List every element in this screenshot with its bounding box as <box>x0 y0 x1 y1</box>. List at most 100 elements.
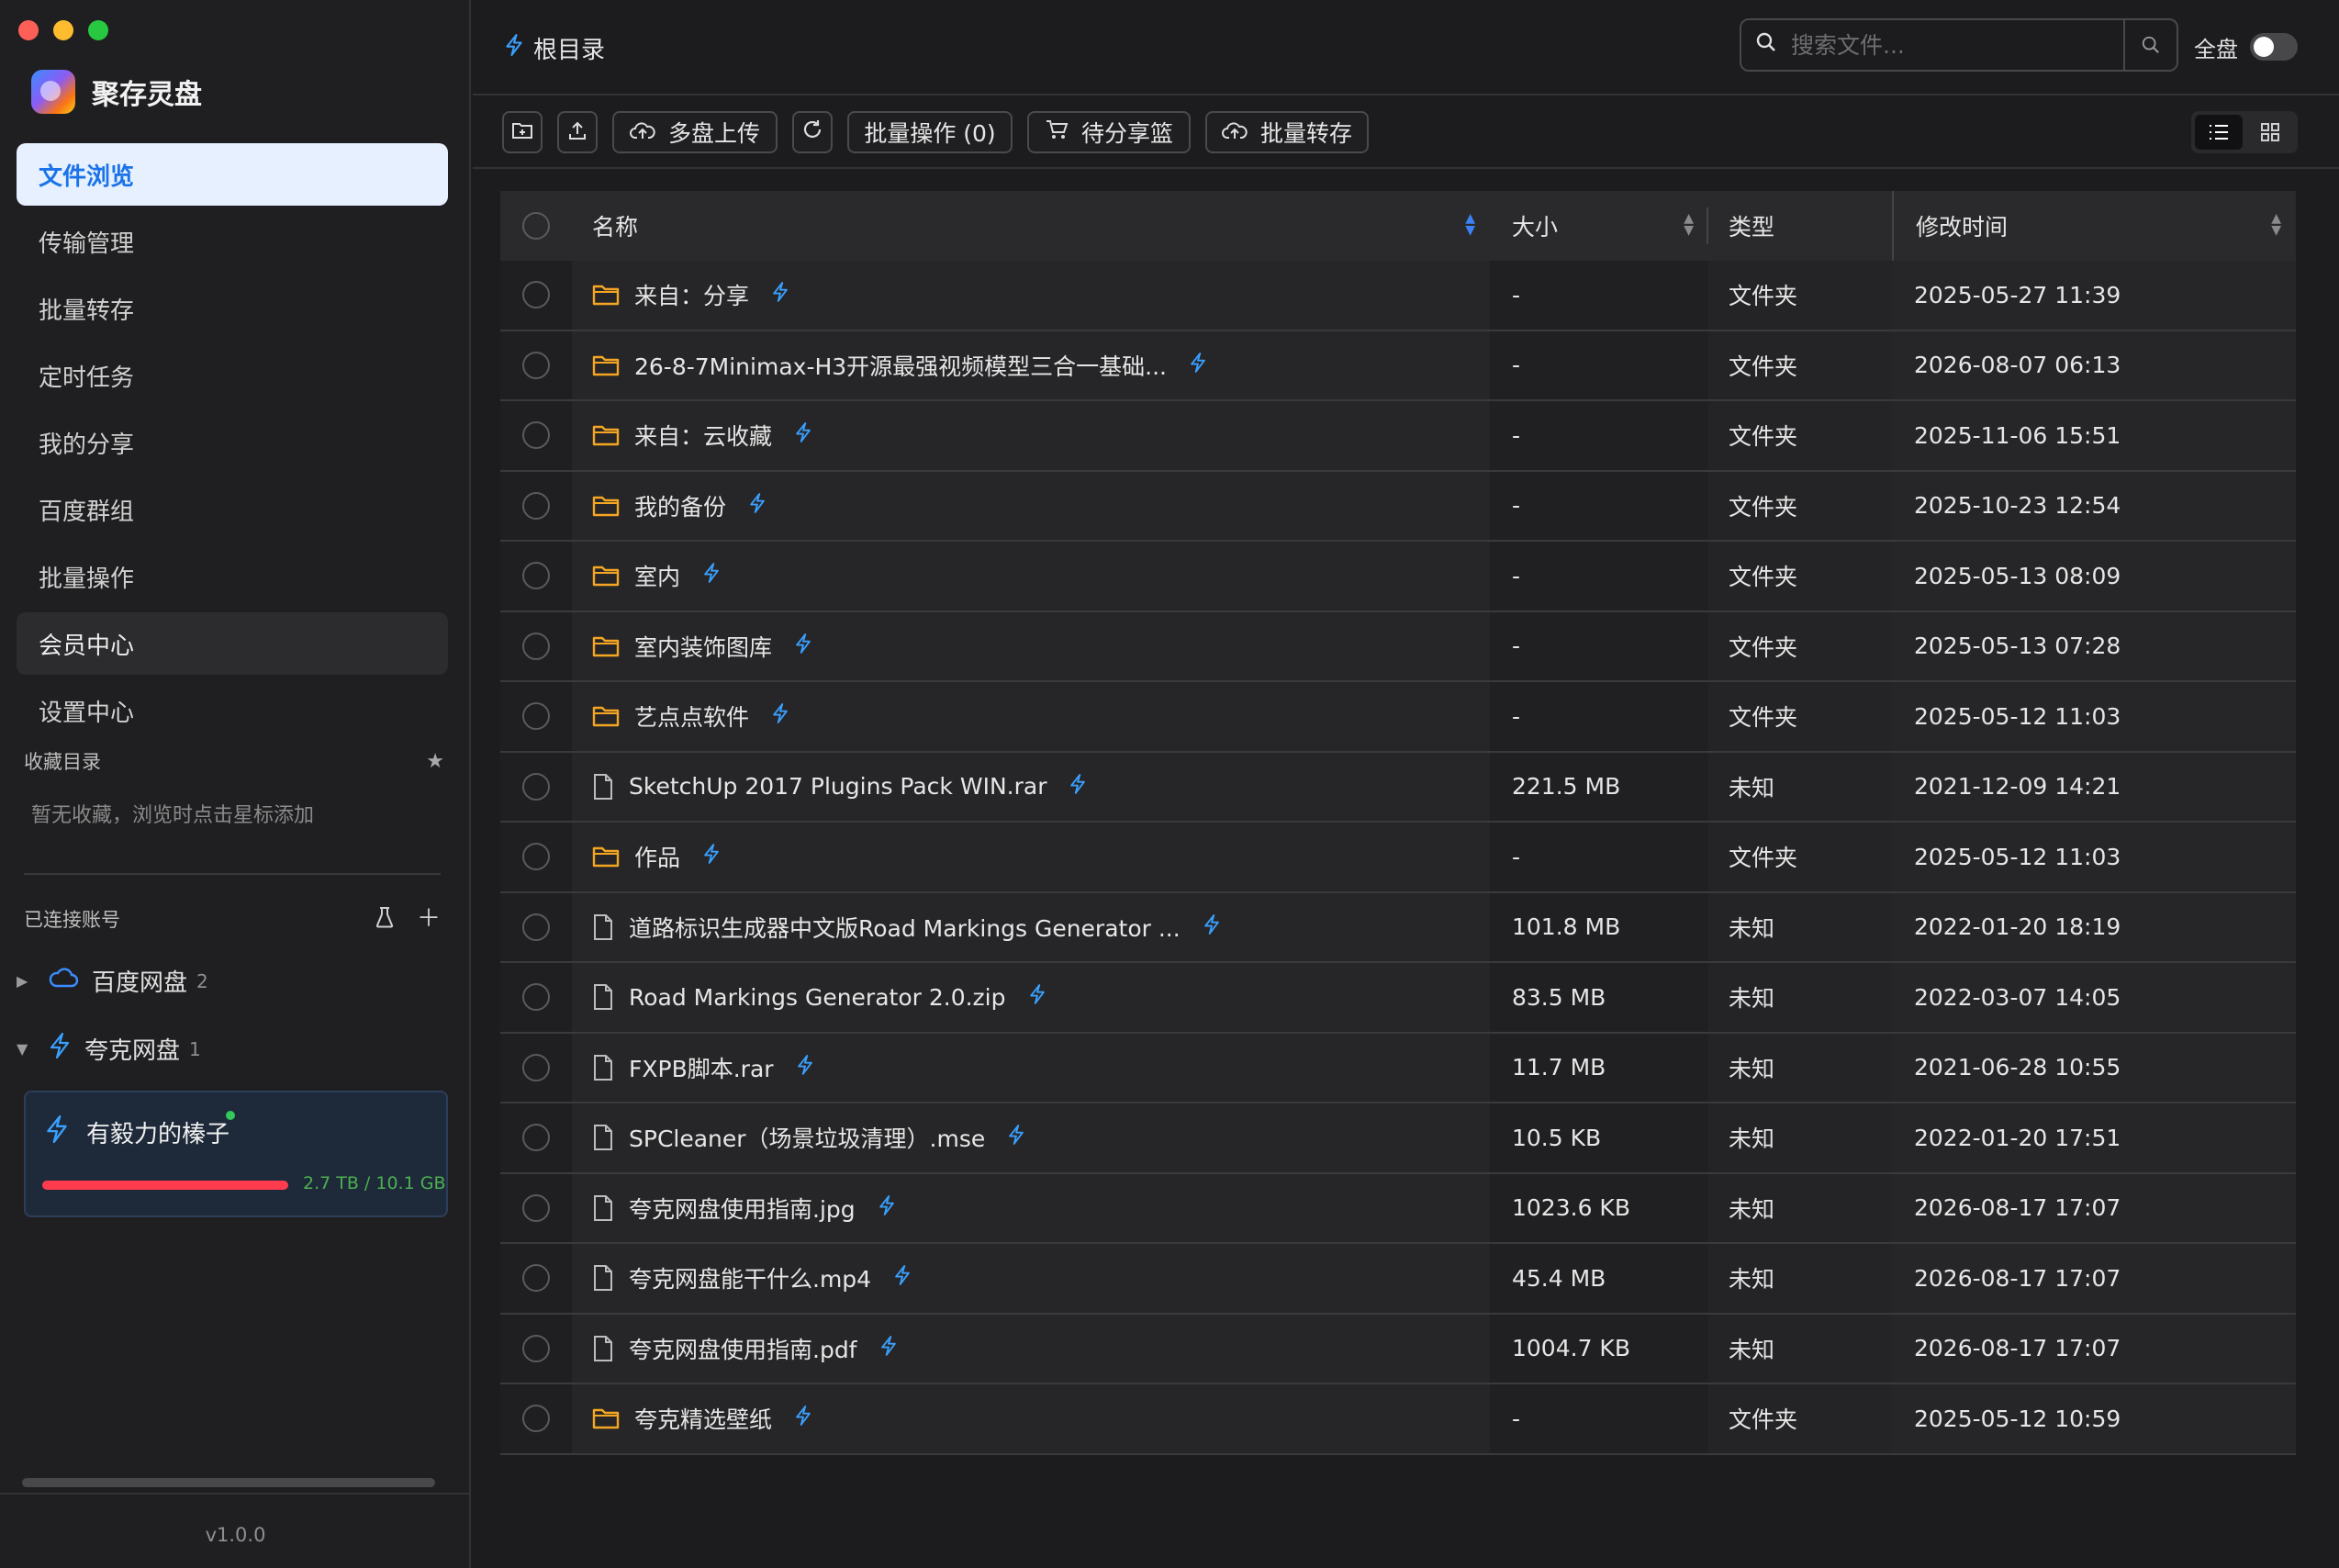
add-account-icon[interactable]: ＋ <box>417 907 441 931</box>
sort-icon[interactable]: ▲ ▼ <box>1684 212 1694 237</box>
row-checkbox[interactable] <box>522 702 550 731</box>
sidebar-item[interactable]: 百度群组 <box>17 478 448 541</box>
file-name[interactable]: 来自：云收藏 <box>634 419 772 452</box>
new-folder-button[interactable] <box>502 111 543 153</box>
file-name[interactable]: 室内装饰图库 <box>634 630 772 663</box>
breadcrumb-root[interactable]: 根目录 <box>533 31 605 65</box>
name-cell[interactable]: 室内 <box>572 542 1490 610</box>
grid-view-icon[interactable] <box>2246 115 2294 150</box>
name-cell[interactable]: FXPB脚本.rar <box>572 1033 1490 1102</box>
table-row[interactable]: 作品 - 文件夹 2025-05-12 11:03 <box>500 823 2296 893</box>
table-row[interactable]: 艺点点软件 - 文件夹 2025-05-12 11:03 <box>500 682 2296 753</box>
file-name[interactable]: 26-8-7Minimax-H3开源最强视频模型三合一基础... <box>634 349 1167 382</box>
row-checkbox[interactable] <box>522 1334 550 1362</box>
chevron-right-icon[interactable]: ▶ <box>17 972 35 990</box>
breadcrumb[interactable]: 根目录 <box>504 31 605 65</box>
upload-button[interactable] <box>557 111 598 153</box>
sort-icon[interactable]: ▲ ▼ <box>1465 212 1475 237</box>
sidebar-item[interactable]: 定时任务 <box>17 344 448 407</box>
table-row[interactable]: 室内 - 文件夹 2025-05-13 08:09 <box>500 542 2296 612</box>
name-cell[interactable]: 夸克网盘使用指南.pdf <box>572 1314 1490 1383</box>
file-name[interactable]: 作品 <box>634 840 680 873</box>
header-type[interactable]: 类型 <box>1708 191 1892 261</box>
sidebar-item[interactable]: 会员中心 <box>17 612 448 675</box>
account-group-baidu[interactable]: ▶ 百度网盘 2 <box>17 964 208 998</box>
sidebar-item[interactable]: 我的分享 <box>17 411 448 474</box>
column-separator[interactable] <box>1707 207 1708 244</box>
header-modified[interactable]: 修改时间 ▲ ▼ <box>1892 191 2296 261</box>
search-button[interactable] <box>2123 20 2177 70</box>
header-name[interactable]: 名称 ▲ ▼ <box>572 191 1490 261</box>
table-row[interactable]: Road Markings Generator 2.0.zip 83.5 MB 未知… <box>500 963 2296 1034</box>
table-row[interactable]: 夸克网盘使用指南.jpg 1023.6 KB 未知 2026-08-17 17:07 <box>500 1173 2296 1244</box>
row-checkbox[interactable] <box>522 1053 550 1081</box>
name-cell[interactable]: 夸克网盘使用指南.jpg <box>572 1173 1490 1242</box>
name-cell[interactable]: 艺点点软件 <box>572 682 1490 751</box>
name-cell[interactable]: 室内装饰图库 <box>572 611 1490 680</box>
file-name[interactable]: 夸克网盘能干什么.mp4 <box>629 1261 871 1294</box>
row-checkbox[interactable] <box>522 1264 550 1293</box>
table-row[interactable]: 夸克网盘能干什么.mp4 45.4 MB 未知 2026-08-17 17:07 <box>500 1244 2296 1315</box>
table-row[interactable]: 来自：云收藏 - 文件夹 2025-11-06 15:51 <box>500 401 2296 472</box>
file-name[interactable]: SketchUp 2017 Plugins Pack WIN.rar <box>629 773 1046 800</box>
name-cell[interactable]: 我的备份 <box>572 471 1490 540</box>
name-cell[interactable]: 26-8-7Minimax-H3开源最强视频模型三合一基础... <box>572 330 1490 399</box>
file-name[interactable]: 室内 <box>634 559 680 592</box>
row-checkbox[interactable] <box>522 562 550 590</box>
name-cell[interactable]: SketchUp 2017 Plugins Pack WIN.rar <box>572 752 1490 821</box>
file-name[interactable]: 来自：分享 <box>634 278 749 311</box>
minimize-window-button[interactable] <box>53 20 73 40</box>
row-checkbox[interactable] <box>522 491 550 520</box>
sort-icon[interactable]: ▲ ▼ <box>2271 212 2281 237</box>
row-checkbox[interactable] <box>522 1193 550 1222</box>
table-row[interactable]: 道路标识生成器中文版Road Markings Generator ... 101… <box>500 892 2296 963</box>
table-row[interactable]: SketchUp 2017 Plugins Pack WIN.rar 221.5 … <box>500 752 2296 823</box>
chevron-down-icon[interactable]: ▼ <box>17 1040 35 1058</box>
row-checkbox[interactable] <box>522 983 550 1012</box>
file-name[interactable]: Road Markings Generator 2.0.zip <box>629 984 1006 1011</box>
name-cell[interactable]: Road Markings Generator 2.0.zip <box>572 963 1490 1032</box>
file-name[interactable]: 艺点点软件 <box>634 700 749 733</box>
file-name[interactable]: 我的备份 <box>634 489 726 522</box>
row-checkbox[interactable] <box>522 351 550 379</box>
file-name[interactable]: SPCleaner（场景垃圾清理）.mse <box>629 1121 985 1154</box>
table-row[interactable]: 室内装饰图库 - 文件夹 2025-05-13 07:28 <box>500 611 2296 682</box>
close-window-button[interactable] <box>18 20 39 40</box>
list-view-icon[interactable] <box>2195 115 2243 150</box>
header-size[interactable]: 大小 ▲ ▼ <box>1490 191 1708 261</box>
share-basket-button[interactable]: 待分享篮 <box>1027 111 1191 153</box>
star-icon[interactable]: ★ <box>426 750 444 773</box>
table-row[interactable]: 夸克精选壁纸 - 文件夹 2025-05-12 10:59 <box>500 1384 2296 1455</box>
row-checkbox[interactable] <box>522 1405 550 1433</box>
file-name[interactable]: 夸克网盘使用指南.pdf <box>629 1332 857 1365</box>
sidebar-item[interactable]: 批量操作 <box>17 545 448 608</box>
name-cell[interactable]: 道路标识生成器中文版Road Markings Generator ... <box>572 892 1490 961</box>
name-cell[interactable]: 来自：云收藏 <box>572 401 1490 470</box>
account-card-active[interactable]: 有毅力的榛子 2.7 TB / 10.1 GB <box>24 1091 448 1217</box>
file-name[interactable]: 道路标识生成器中文版Road Markings Generator ... <box>629 911 1181 944</box>
multi-upload-button[interactable]: 多盘上传 <box>612 111 778 153</box>
name-cell[interactable]: 作品 <box>572 823 1490 891</box>
row-checkbox[interactable] <box>522 1124 550 1152</box>
row-checkbox[interactable] <box>522 843 550 871</box>
table-row[interactable]: 26-8-7Minimax-H3开源最强视频模型三合一基础... - 文件夹 2026… <box>500 330 2296 401</box>
table-row[interactable]: FXPB脚本.rar 11.7 MB 未知 2021-06-28 10:55 <box>500 1033 2296 1103</box>
sidebar-item[interactable]: 文件浏览 <box>17 143 448 206</box>
flask-icon[interactable] <box>375 906 395 933</box>
sidebar-item[interactable]: 批量转存 <box>17 277 448 340</box>
sidebar-scrollbar[interactable] <box>22 1478 435 1487</box>
batch-ops-button[interactable]: 批量操作 (0) <box>847 111 1013 153</box>
fulldisk-toggle[interactable] <box>2250 33 2298 61</box>
file-name[interactable]: FXPB脚本.rar <box>629 1051 774 1084</box>
table-row[interactable]: 我的备份 - 文件夹 2025-10-23 12:54 <box>500 471 2296 542</box>
maximize-window-button[interactable] <box>88 20 108 40</box>
row-checkbox[interactable] <box>522 772 550 801</box>
table-row[interactable]: 来自：分享 - 文件夹 2025-05-27 11:39 <box>500 261 2296 331</box>
row-checkbox[interactable] <box>522 632 550 660</box>
name-cell[interactable]: 夸克精选壁纸 <box>572 1384 1490 1453</box>
name-cell[interactable]: 夸克网盘能干什么.mp4 <box>572 1244 1490 1313</box>
account-group-quark[interactable]: ▼ 夸克网盘 1 <box>17 1032 201 1066</box>
sidebar-item[interactable]: 传输管理 <box>17 210 448 273</box>
batch-transfer-button[interactable]: 批量转存 <box>1205 111 1369 153</box>
row-checkbox[interactable] <box>522 281 550 309</box>
